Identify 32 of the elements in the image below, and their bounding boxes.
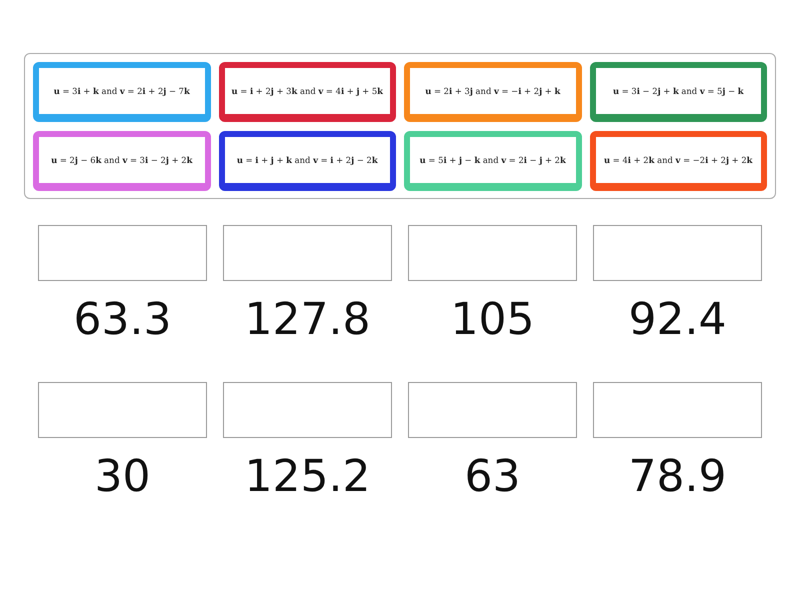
drop-zone[interactable] <box>223 225 392 281</box>
equation-text: u = 2i + 3j and v = −i + 2j + k <box>425 86 560 96</box>
equation-text: u = 5i + j − k and v = 2i − j + 2k <box>420 155 566 165</box>
drop-zone[interactable] <box>408 382 577 438</box>
equation-card[interactable]: u = i + j + k and v = i + 2j − 2k <box>218 131 396 191</box>
answer-label: 125.2 <box>244 455 370 499</box>
answer-label: 30 <box>94 455 150 499</box>
equation-card[interactable]: u = 2i + 3j and v = −i + 2j + k <box>404 62 582 122</box>
answer-label: 92.4 <box>628 298 726 342</box>
equation-card[interactable]: u = 3i + k and v = 2i + 2j − 7k <box>33 62 210 122</box>
equation-text: u = 3i + k and v = 2i + 2j − 7k <box>54 86 190 96</box>
equation-text: u = i + j + k and v = i + 2j − 2k <box>236 155 378 165</box>
equation-text: u = i + 2j + 3k and v = 4i + j + 5k <box>232 86 383 96</box>
equation-card[interactable]: u = i + 2j + 3k and v = 4i + j + 5k <box>218 62 396 122</box>
equation-card[interactable]: u = 5i + j − k and v = 2i − j + 2k <box>404 131 582 191</box>
drop-zone[interactable] <box>38 225 207 281</box>
equation-text: u = 4i + 2k and v = −2i + 2j + 2k <box>604 155 752 165</box>
equation-text: u = 3i − 2j + k and v = 5j − k <box>612 86 744 96</box>
answer-label: 105 <box>450 298 534 342</box>
equation-text: u = 2j − 6k and v = 3i − 2j + 2k <box>51 155 192 165</box>
equation-card[interactable]: u = 2j − 6k and v = 3i − 2j + 2k <box>33 131 210 191</box>
answer-label: 78.9 <box>628 455 726 499</box>
answer-label: 63.3 <box>74 298 172 342</box>
answer-label: 63 <box>464 455 520 499</box>
equation-card[interactable]: u = 3i − 2j + k and v = 5j − k <box>590 62 767 122</box>
equation-card[interactable]: u = 4i + 2k and v = −2i + 2j + 2k <box>590 131 767 191</box>
drop-zone[interactable] <box>223 382 392 438</box>
drop-zone[interactable] <box>593 225 762 281</box>
answer-label: 127.8 <box>244 298 370 342</box>
drop-zone[interactable] <box>408 225 577 281</box>
drop-zone[interactable] <box>38 382 207 438</box>
drop-zone[interactable] <box>593 382 762 438</box>
